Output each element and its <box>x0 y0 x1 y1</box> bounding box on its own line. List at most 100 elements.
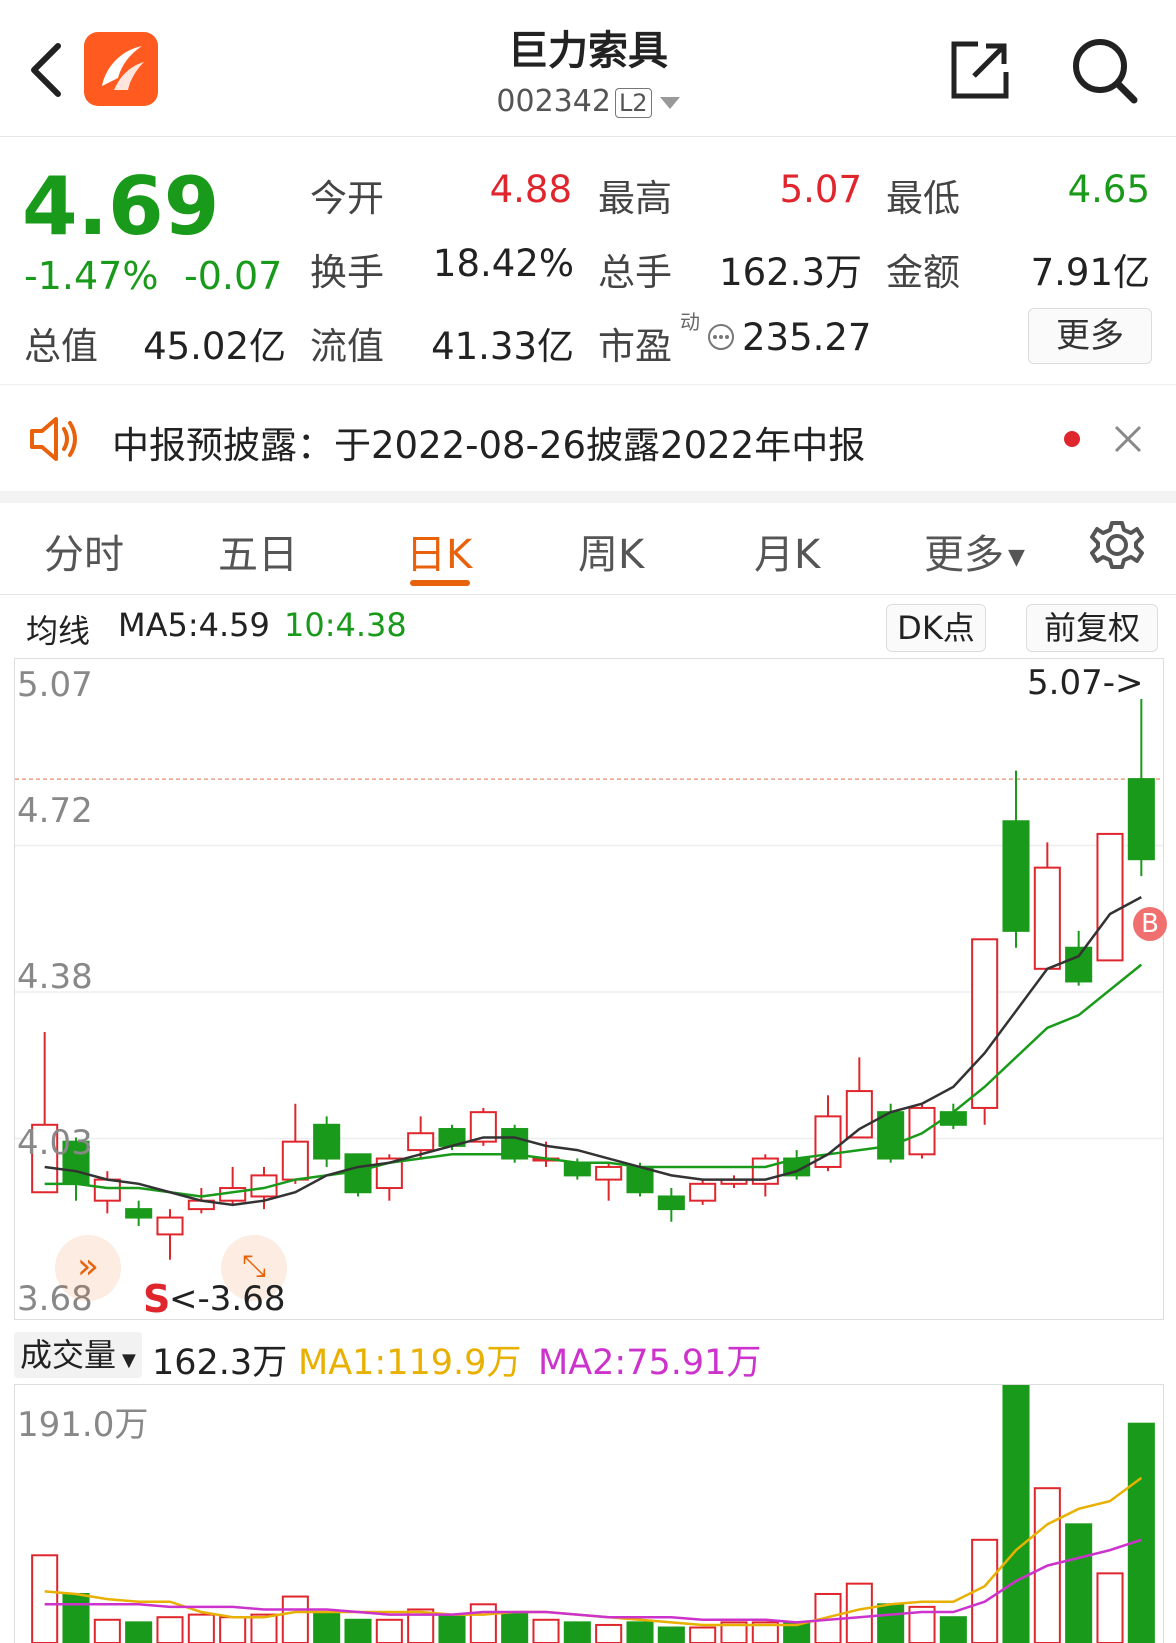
pe-dynamic-sup: 动 <box>680 310 700 334</box>
volume-bar <box>626 1621 654 1643</box>
level-badge: L2 <box>614 87 652 118</box>
candle-body <box>657 1195 685 1211</box>
share-icon[interactable] <box>948 38 1012 102</box>
volume-bar <box>1002 1385 1030 1643</box>
open-label: 今开 <box>310 177 384 220</box>
more-info-icon[interactable] <box>706 322 736 352</box>
volume-current: 162.3万 <box>152 1343 288 1383</box>
indicator-selector-label: 成交量 <box>20 1336 117 1374</box>
volume-bar <box>657 1626 685 1643</box>
volume-bar <box>1065 1523 1093 1643</box>
high-marker: 5.07-> <box>1027 663 1144 703</box>
volume-bar <box>281 1595 309 1643</box>
more-quote-button[interactable]: 更多 <box>1028 308 1152 364</box>
tab-more[interactable]: 更多 ▼ <box>924 522 1025 580</box>
total-value: 45.02亿 <box>143 325 286 368</box>
low-label: 最低 <box>886 177 960 220</box>
volume-bar <box>595 1623 623 1643</box>
candle-body <box>1033 866 1061 970</box>
volume-bar <box>877 1603 905 1643</box>
tab-monthly-k[interactable]: 月K <box>754 522 820 580</box>
volume-bar <box>93 1618 121 1643</box>
candle-body <box>877 1111 905 1160</box>
low-marker: <-3.68 <box>169 1279 286 1319</box>
ma-label: 均线 <box>26 612 91 650</box>
scroll-left-icon[interactable]: » <box>55 1235 121 1301</box>
candle-body <box>689 1182 717 1202</box>
settings-gear-icon[interactable] <box>1088 516 1146 574</box>
candle-body <box>407 1132 435 1152</box>
open-value: 4.88 <box>489 168 572 211</box>
tab-daily-k[interactable]: 日K <box>406 522 472 580</box>
notice-bar[interactable]: 中报预披露：于2022-08-26披露2022年中报 <box>0 384 1176 503</box>
pe-label: 市盈 <box>598 325 672 368</box>
volume-bar <box>187 1613 215 1643</box>
adjust-button[interactable]: 前复权 <box>1026 604 1158 652</box>
volume-bar <box>125 1621 153 1643</box>
turnover-value: 18.42% <box>432 242 574 285</box>
unread-dot <box>1064 431 1080 447</box>
volume-bar <box>344 1618 372 1643</box>
volume-bar <box>1127 1422 1155 1643</box>
volume-chart[interactable]: 191.0万 <box>14 1384 1164 1643</box>
turnover-label: 换手 <box>310 251 384 294</box>
amount-label: 金额 <box>886 251 960 294</box>
price-axis-label: 5.07 <box>17 665 93 705</box>
candle-body <box>595 1165 623 1181</box>
pe-value: 235.27 <box>742 316 872 359</box>
volume-bar <box>469 1603 497 1643</box>
candle-body <box>125 1208 153 1219</box>
tab-intraday[interactable]: 分时 <box>44 522 124 580</box>
total-value-label: 总值 <box>24 325 98 368</box>
candle-body <box>626 1165 654 1194</box>
tab-more-label: 更多 <box>924 532 1004 578</box>
volume-ma1: MA1:119.9万 <box>298 1343 522 1383</box>
candle-body <box>1065 946 1093 983</box>
app-header: 巨力索具 002342 L2 <box>0 0 1176 137</box>
kline-chart[interactable]: 5.07 4.72 4.38 4.03 3.68 5.07-> » ⤡ S <-… <box>14 658 1167 1321</box>
volume-bar <box>563 1621 591 1643</box>
sell-signal-mark: S <box>143 1277 171 1321</box>
volume-bar <box>532 1618 560 1643</box>
candle-body <box>908 1106 936 1156</box>
indicator-caret-icon: ▼ <box>122 1350 136 1371</box>
tab-five-day[interactable]: 五日 <box>218 522 298 580</box>
volume-bar <box>501 1611 529 1643</box>
buy-signal-mark[interactable]: B <box>1133 907 1167 941</box>
ma10-value: 10:4.38 <box>284 606 407 644</box>
amount-value: 7.91亿 <box>1030 251 1150 294</box>
float-value: 41.33亿 <box>431 325 574 368</box>
float-value-label: 流值 <box>310 325 384 368</box>
volume-bar <box>219 1616 247 1643</box>
dk-point-button[interactable]: DK点 <box>886 604 986 652</box>
volume-bar <box>156 1616 184 1643</box>
price-axis-label: 4.03 <box>17 1123 93 1163</box>
stock-code: 002342 <box>496 84 611 119</box>
period-tabs: 分时 五日 日K 周K 月K 更多 ▼ <box>0 492 1176 595</box>
volume-bar <box>375 1618 403 1643</box>
volume-label: 总手 <box>598 251 672 294</box>
volume-svg <box>31 1385 1155 1643</box>
volume-axis-label: 191.0万 <box>17 1405 149 1445</box>
close-icon[interactable] <box>1112 423 1144 455</box>
volume-ma2: MA2:75.91万 <box>538 1343 762 1383</box>
candle-body <box>971 938 999 1109</box>
volume-bar <box>62 1592 90 1643</box>
price-axis-label: 4.38 <box>17 957 93 997</box>
indicator-selector[interactable]: 成交量 ▼ <box>14 1332 142 1378</box>
volume-bar <box>31 1554 59 1643</box>
tab-weekly-k[interactable]: 周K <box>578 522 644 580</box>
candle-body <box>281 1140 309 1181</box>
volume-bar <box>845 1582 873 1643</box>
search-icon[interactable] <box>1068 34 1142 108</box>
volume-bar <box>689 1626 717 1643</box>
candle-body <box>1127 778 1155 861</box>
ma5-value: MA5:4.59 <box>118 606 270 644</box>
candle-body <box>156 1216 184 1236</box>
kline-svg <box>15 699 1163 1260</box>
candle-body <box>313 1123 341 1160</box>
candle-body <box>93 1178 121 1202</box>
volume-bar <box>313 1611 341 1643</box>
dropdown-triangle-icon <box>659 96 680 109</box>
candle-body <box>1002 820 1030 932</box>
